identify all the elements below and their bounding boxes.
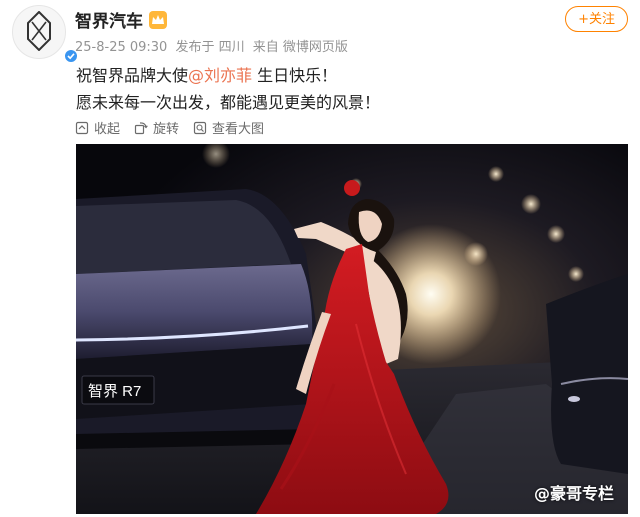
view-large-label: 查看大图 [212, 122, 265, 137]
watermark-text: @豪哥专栏 [533, 484, 614, 503]
avatar[interactable] [12, 5, 79, 64]
weibo-post: 智界汽车 25-8-25 09:30 发布于 四川 来自 微博网页版 +关注 祝… [0, 0, 640, 517]
account-name[interactable]: 智界汽车 [75, 7, 143, 32]
collapse-icon [75, 121, 89, 134]
post-source: 来自 微博网页版 [252, 40, 348, 55]
post-location: 发布于 四川 [175, 40, 245, 55]
mention-link[interactable]: @刘亦菲 [188, 66, 252, 85]
post-line-1: 祝智界品牌大使@刘亦菲 生日快乐！ [76, 62, 380, 89]
rotate-label: 旋转 [153, 122, 180, 137]
post-meta: 25-8-25 09:30 发布于 四川 来自 微博网页版 [75, 36, 352, 55]
collect-label: 收起 [94, 122, 121, 137]
post-image[interactable]: 智界 R7 @豪哥专栏 [76, 144, 628, 514]
crown-icon[interactable] [149, 10, 167, 29]
license-plate: 智界 R7 [88, 382, 141, 400]
follow-button[interactable]: +关注 [565, 6, 628, 32]
rotate-icon [134, 121, 148, 134]
post-time[interactable]: 25-8-25 09:30 [75, 40, 167, 55]
watermark: @豪哥专栏 [534, 480, 614, 504]
account-name-row: 智界汽车 [75, 7, 167, 32]
post-text: 祝智界品牌大使@刘亦菲 生日快乐！ 愿未来每一次出发，都能遇见更美的风景！ [76, 62, 380, 116]
view-large-button[interactable]: 查看大图 [193, 118, 264, 137]
post-line-1-suffix: 生日快乐！ [252, 66, 338, 85]
zhijie-logo-icon [27, 11, 51, 51]
image-toolbar: 收起 旋转 查看大图 [75, 118, 264, 137]
post-line-2: 愿未来每一次出发，都能遇见更美的风景！ [76, 93, 381, 112]
photo-illustration: 智界 R7 [76, 144, 628, 514]
zoom-icon [193, 121, 207, 134]
post-line-1-prefix: 祝智界品牌大使 [76, 66, 189, 85]
rotate-button[interactable]: 旋转 [134, 118, 179, 137]
collect-button[interactable]: 收起 [75, 118, 120, 137]
